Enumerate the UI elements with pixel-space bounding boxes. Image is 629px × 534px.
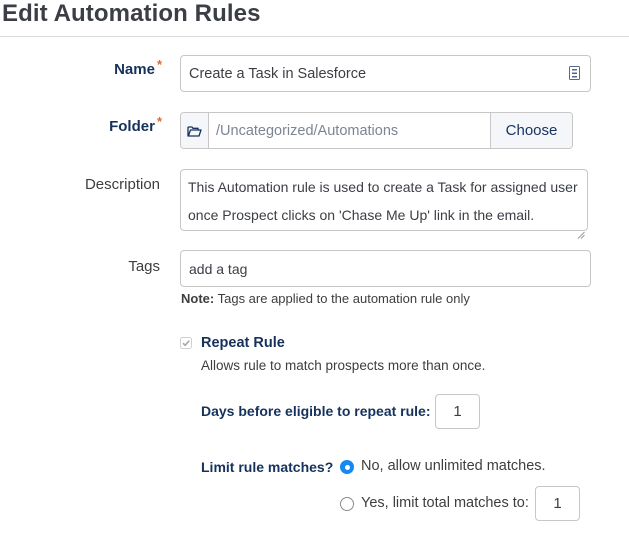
tags-input-value: add a tag [189,260,248,277]
folder-label-text: Folder [109,118,155,135]
days-before-repeat-input[interactable]: 1 [435,394,480,429]
folder-icon [181,113,209,148]
limit-total-matches-input[interactable]: 1 [535,486,580,521]
tags-label: Tags [128,258,160,275]
repeat-rule-checkbox[interactable] [180,337,192,349]
description-label: Description [84,176,160,193]
folder-label: Folder * [96,114,162,135]
document-icon[interactable] [569,66,580,80]
title-divider [0,36,629,37]
choose-folder-button[interactable]: Choose [490,113,572,148]
repeat-rule-label: Repeat Rule [201,335,285,351]
repeat-rule-help: Allows rule to match prospects more than… [201,358,486,373]
description-line-1: This Automation rule is used to create a… [188,179,578,195]
tags-input[interactable]: add a tag [180,250,591,287]
description-textarea[interactable]: This Automation rule is used to create a… [180,169,588,239]
limit-matches-label: Limit rule matches? [201,459,334,475]
folder-picker: /Uncategorized/Automations Choose [180,112,573,149]
resize-grip-icon[interactable] [577,220,585,239]
days-before-repeat-label: Days before eligible to repeat rule: [201,403,431,419]
tags-note-text: Tags are applied to the automation rule … [217,291,470,306]
name-required-mark: * [156,57,162,72]
folder-path: /Uncategorized/Automations [209,113,490,148]
radio-limit-matches[interactable] [340,497,354,511]
description-line-2: once Prospect clicks on 'Chase Me Up' li… [188,207,535,223]
option-unlimited-label[interactable]: No, allow unlimited matches. [361,458,546,474]
name-input-value: Create a Task in Salesforce [189,65,367,82]
option-limit-label[interactable]: Yes, limit total matches to: [361,495,529,511]
radio-unlimited-matches[interactable] [340,460,354,474]
name-label: Name * [96,57,162,78]
page-title: Edit Automation Rules [2,0,261,27]
folder-required-mark: * [156,114,162,129]
name-input[interactable]: Create a Task in Salesforce [180,55,591,92]
tags-note: Note: Tags are applied to the automation… [181,291,470,306]
name-label-text: Name [114,61,155,78]
tags-note-prefix: Note: [181,291,215,306]
